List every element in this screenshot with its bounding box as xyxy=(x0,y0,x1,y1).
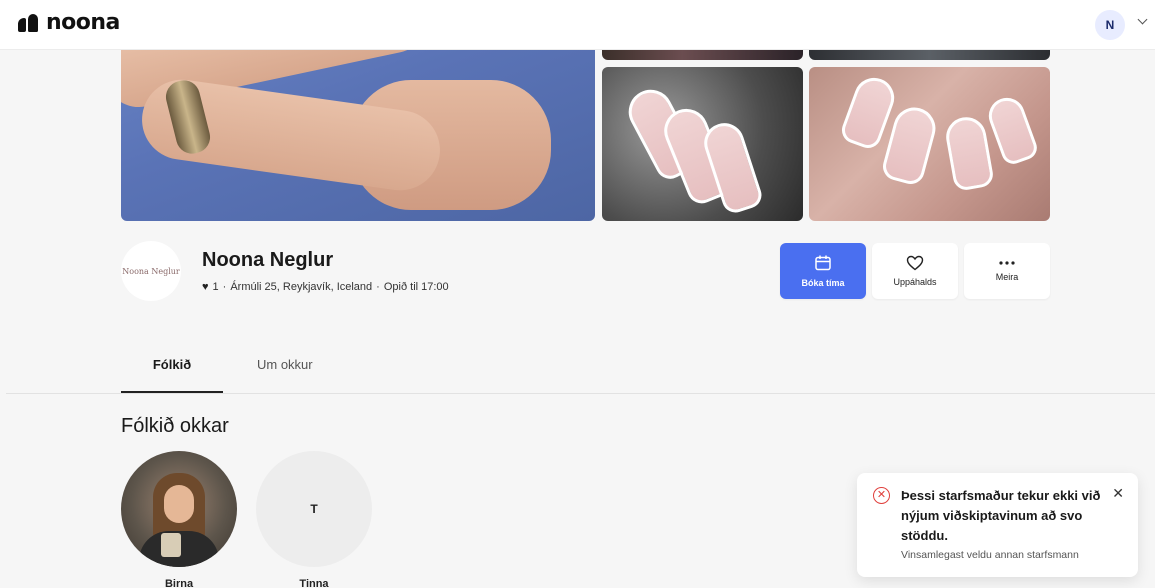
book-appointment-button[interactable]: Bóka tíma xyxy=(780,243,866,299)
tabs-divider xyxy=(6,393,1155,394)
more-button[interactable]: Meira xyxy=(964,243,1050,299)
heart-icon: ♥ xyxy=(202,281,209,293)
noona-logo[interactable]: noona xyxy=(18,10,120,35)
chevron-down-icon[interactable] xyxy=(1137,14,1148,25)
toast-title: Þessi starfsmaður tekur ekki við nýjum v… xyxy=(901,488,1101,543)
more-dots-icon xyxy=(999,261,1015,265)
user-avatar[interactable]: N xyxy=(1095,10,1125,40)
staff-name: Birna xyxy=(164,578,194,588)
meta-separator: · xyxy=(376,281,380,293)
error-circle-icon: ✕ xyxy=(873,487,890,504)
business-logo: Noona Neglur xyxy=(121,241,181,301)
top-navigation: noona N xyxy=(0,0,1155,50)
noona-logo-icon xyxy=(18,12,40,34)
gallery-photo[interactable] xyxy=(809,67,1050,221)
favorite-button[interactable]: Uppáhalds xyxy=(872,243,958,299)
heart-outline-icon xyxy=(906,255,924,271)
tab-about-us[interactable]: Um okkur xyxy=(257,357,313,372)
meta-separator: · xyxy=(222,281,227,293)
business-logo-text: Noona Neglur xyxy=(122,266,180,276)
opening-hours: Opið til 17:00 xyxy=(383,281,449,293)
logo-text: noona xyxy=(46,10,120,35)
gallery-photo[interactable] xyxy=(602,67,803,221)
tab-people[interactable]: Fólkið xyxy=(121,357,223,372)
staff-card-birna[interactable]: Birna xyxy=(121,451,237,588)
calendar-icon xyxy=(815,255,831,271)
business-meta: ♥ 1 · Ármúli 25, Reykjavík, Iceland · Op… xyxy=(202,281,449,293)
staff-initial-avatar: T xyxy=(256,451,372,567)
business-name: Noona Neglur xyxy=(202,249,334,271)
staff-photo xyxy=(121,451,237,567)
close-icon[interactable]: ✕ xyxy=(1112,485,1124,502)
toast-message: Vinsamlegast veldu annan starfsmann xyxy=(901,549,1079,561)
favorite-label: Uppáhalds xyxy=(893,277,937,287)
staff-card-tinna[interactable]: T Tinna xyxy=(256,451,372,588)
more-label: Meira xyxy=(995,272,1019,282)
likes-count: 1 xyxy=(212,281,219,293)
book-label: Bóka tíma xyxy=(801,278,845,288)
people-section-title: Fólkið okkar xyxy=(121,415,229,437)
business-address: Ármúli 25, Reykjavík, Iceland xyxy=(230,281,373,293)
error-toast: ✕ Þessi starfsmaður tekur ekki við nýjum… xyxy=(857,473,1138,577)
staff-name: Tinna xyxy=(299,578,329,588)
